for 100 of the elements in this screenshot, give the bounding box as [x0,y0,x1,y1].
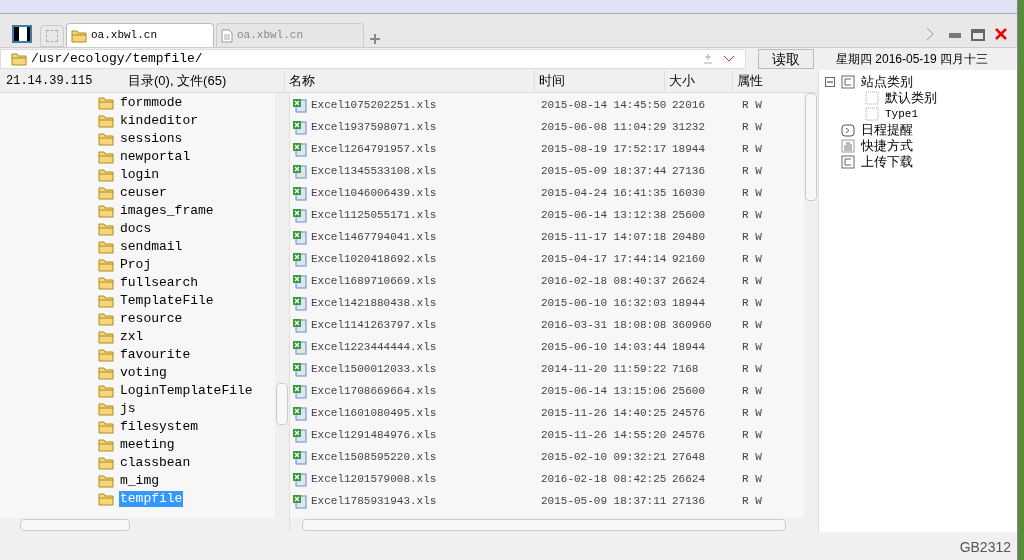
folder-item[interactable]: sessions [119,131,184,147]
file-name[interactable]: Excel1601080495.xls [311,404,437,422]
folder-icon [98,330,114,344]
table-cell-text: 2015-11-26 14:55:20 [540,427,668,443]
plus-minus-icon[interactable] [703,54,713,64]
new-tab-icon[interactable] [370,34,380,44]
table-cell-text: 24576 [671,427,706,443]
folder-icon [98,132,114,146]
file-name[interactable]: Excel1500012033.xls [311,360,437,378]
table-cell-text: 2015-06-08 11:04:29 [540,119,668,135]
panel-toggle-icon[interactable] [12,25,32,43]
folder-item[interactable]: favourite [119,347,192,363]
file-name[interactable]: Excel1785931943.xls [311,492,437,510]
table-cell-text: 2015-05-09 18:37:44 [540,163,668,179]
file-name[interactable]: Excel1689710669.xls [311,272,437,290]
folder-item[interactable]: meeting [119,437,176,453]
hand-icon [841,139,855,153]
folder-item[interactable]: filesystem [119,419,199,435]
file-name[interactable]: Excel1708669664.xls [311,382,437,400]
folder-item[interactable]: TemplateFile [119,293,215,309]
tab-placeholder-icon[interactable] [40,25,64,47]
encoding-label: GB2312 [959,538,1011,557]
minimize-icon[interactable] [949,33,961,39]
table-cell-text: 2016-03-31 18:08:08 [540,317,668,333]
read-button[interactable]: 读取 [758,49,814,69]
file-name[interactable]: Excel1020418692.xls [311,250,437,268]
tree-item[interactable]: Type1 [885,105,918,123]
horizontal-scrollbar[interactable] [0,518,289,532]
folder-item[interactable]: sendmail [119,239,184,255]
file-name[interactable]: Excel1046006439.xls [311,184,437,202]
column-header[interactable]: 时间 [534,71,664,91]
folder-item[interactable]: js [119,401,137,417]
table-cell-text: R W [741,97,763,113]
file-name[interactable]: Excel1264791957.xls [311,140,437,158]
folder-item[interactable]: resource [119,311,184,327]
file-name[interactable]: Excel1345533108.xls [311,162,437,180]
document-icon [221,28,233,43]
file-name[interactable]: Excel1937598071.xls [311,118,437,136]
table-cell-text: 7168 [671,361,700,377]
folder-item[interactable]: kindeditor [119,113,199,129]
folder-item[interactable]: LoginTemplateFile [119,383,254,399]
column-header[interactable]: 大小 [664,71,732,91]
folder-item[interactable]: images_frame [119,203,215,219]
horizontal-scrollbar[interactable] [290,518,818,532]
file-name[interactable]: Excel1201579008.xls [311,470,437,488]
folder-icon [71,28,87,43]
folder-item[interactable]: docs [119,221,153,237]
dropdown-caret-icon[interactable] [723,55,735,63]
column-header[interactable]: 名称 [284,71,534,91]
folder-icon [98,492,114,506]
folder-icon [98,186,114,200]
table-cell-text: 2015-06-14 13:15:06 [540,383,668,399]
folder-item[interactable]: formmode [119,95,184,111]
vertical-scrollbar[interactable] [275,93,289,518]
folder-item[interactable]: newportal [119,149,192,165]
file-name[interactable]: Excel1467794041.xls [311,228,437,246]
file-name[interactable]: Excel1223444444.xls [311,338,437,356]
tab[interactable]: oa.xbwl.cn [66,23,214,47]
folder-item[interactable]: zxl [119,329,145,345]
table-cell-text: 27136 [671,163,706,179]
folder-icon [98,420,114,434]
file-name[interactable]: Excel1075202251.xls [311,96,437,114]
folder-item[interactable]: login [119,167,160,183]
table-cell-text: R W [741,207,763,223]
maximize-icon[interactable] [971,29,985,41]
table-cell-text: 24576 [671,405,706,421]
table-cell-text: 22016 [671,97,706,113]
folder-icon [98,150,114,164]
folder-item[interactable]: Proj [119,257,153,273]
table-cell-text: R W [741,163,763,179]
vertical-scrollbar[interactable] [804,93,818,518]
file-name[interactable]: Excel1141263797.xls [311,316,437,334]
folder-icon [98,276,114,290]
table-cell-text: R W [741,471,763,487]
table-cell-text: R W [741,119,763,135]
file-name[interactable]: Excel1125055171.xls [311,206,437,224]
folder-item[interactable]: classbean [119,455,192,471]
folder-item[interactable]: ceuser [119,185,168,201]
file-name[interactable]: Excel1508595220.xls [311,448,437,466]
chevron-right-icon[interactable] [925,27,935,41]
table-cell-text: R W [741,449,763,465]
table-cell-text: 2015-11-17 14:07:18 [540,229,668,245]
folder-item[interactable]: voting [119,365,168,381]
column-header[interactable]: 属性 [732,71,796,91]
collapse-icon[interactable] [825,77,835,87]
folder-icon [98,204,114,218]
close-icon[interactable] [995,28,1007,40]
table-cell-text: 2016-02-18 08:40:37 [540,273,668,289]
table-cell-text: R W [741,383,763,399]
file-name[interactable]: Excel1291484976.xls [311,426,437,444]
folder-icon [98,312,114,326]
table-cell-text: 2015-04-24 16:41:35 [540,185,668,201]
folder-icon [98,366,114,380]
folder-item[interactable]: fullsearch [119,275,199,291]
path-field[interactable]: /usr/ecology/tempfile/ [0,49,746,69]
table-cell-text: 2015-08-19 17:52:17 [540,141,668,157]
table-cell-text: 360960 [671,317,713,333]
table-cell-text: 16030 [671,185,706,201]
file-name[interactable]: Excel1421880438.xls [311,294,437,312]
folder-item[interactable]: m_img [119,473,160,489]
